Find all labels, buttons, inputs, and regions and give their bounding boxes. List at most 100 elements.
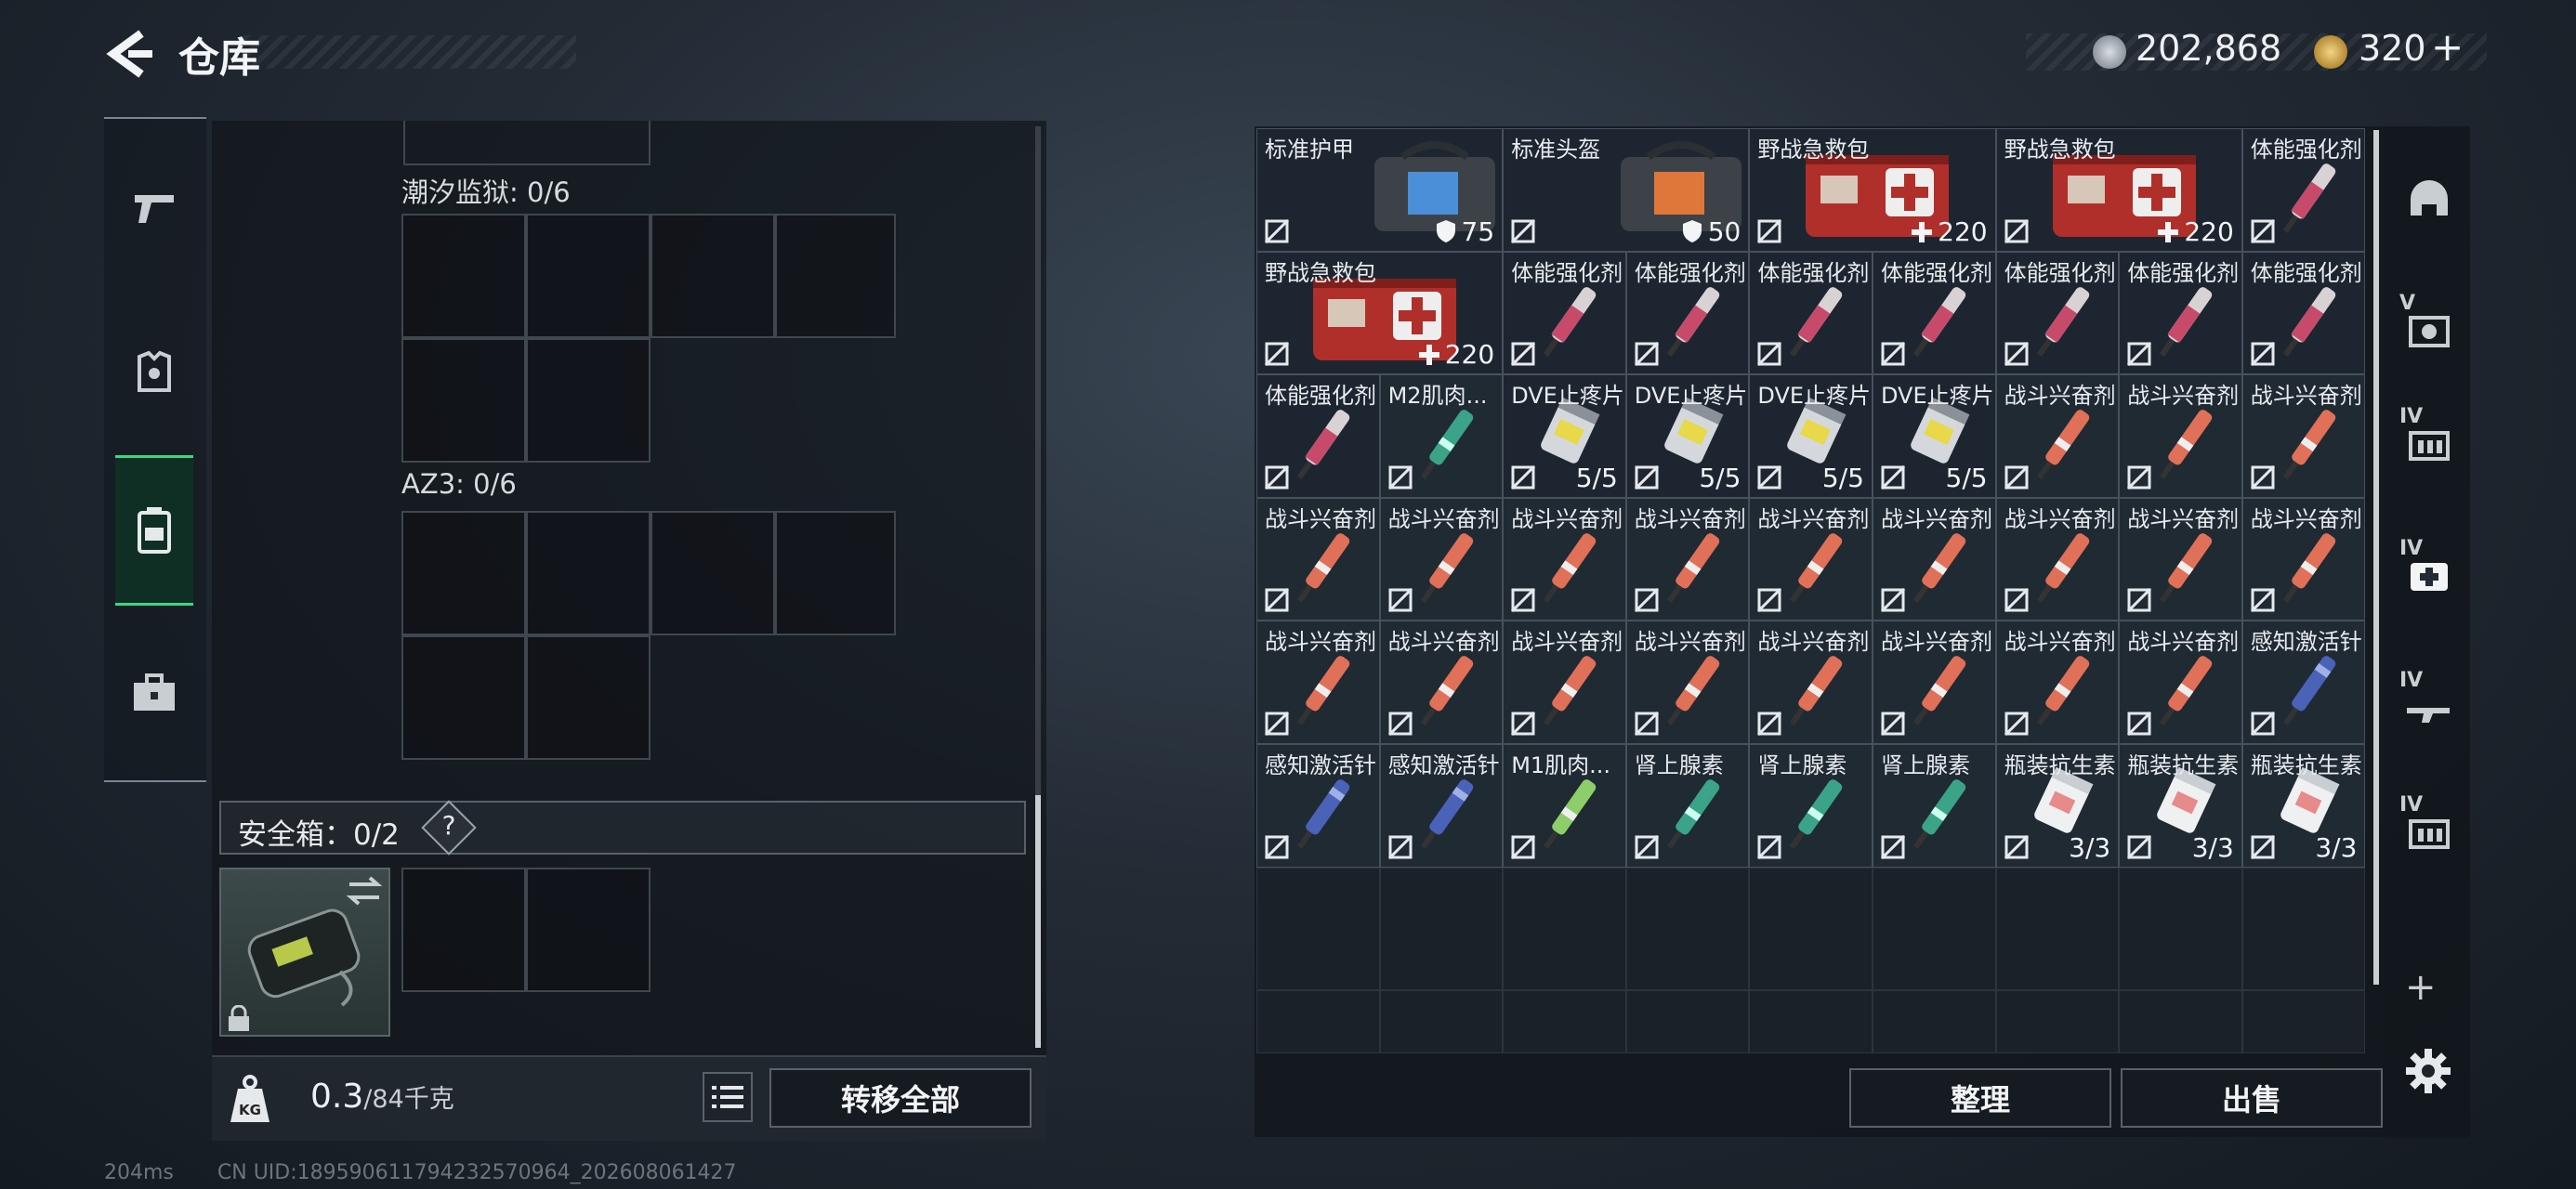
inventory-item[interactable]: 战斗兴奋剂 bbox=[1749, 621, 1873, 744]
inventory-item[interactable]: 战斗兴奋剂 bbox=[1995, 621, 2120, 744]
inventory-item[interactable]: 肾上腺素 bbox=[1625, 744, 1750, 868]
container-cell[interactable] bbox=[775, 511, 896, 635]
add-gold-button[interactable]: + bbox=[2431, 24, 2464, 70]
inventory-item[interactable]: 战斗兴奋剂 bbox=[1256, 497, 1380, 621]
inventory-item[interactable]: 野战急救包 220 bbox=[1749, 128, 1996, 252]
empty-slot[interactable] bbox=[1995, 990, 2120, 1053]
inventory-item[interactable]: 体能强化剂 bbox=[1873, 251, 1996, 375]
container-cell[interactable] bbox=[526, 338, 651, 463]
list-view-button[interactable] bbox=[703, 1072, 753, 1122]
back-button[interactable] bbox=[104, 30, 158, 78]
inventory-item[interactable]: DVE止疼片 5/5 bbox=[1625, 374, 1750, 498]
inventory-item[interactable]: 战斗兴奋剂 bbox=[1625, 497, 1750, 621]
container-cell[interactable] bbox=[401, 511, 526, 635]
inventory-item[interactable]: 体能强化剂 bbox=[2241, 128, 2366, 252]
inventory-item[interactable]: 野战急救包 220 bbox=[1256, 251, 1504, 375]
inventory-item[interactable]: DVE止疼片 5/5 bbox=[1503, 374, 1626, 498]
container-cell[interactable] bbox=[775, 214, 896, 338]
empty-slot[interactable] bbox=[1379, 990, 1504, 1053]
warehouse-scrollbar[interactable] bbox=[2373, 130, 2379, 985]
empty-slot[interactable] bbox=[1503, 867, 1626, 991]
inventory-item[interactable]: 战斗兴奋剂 bbox=[1873, 497, 1996, 621]
container-cell[interactable] bbox=[526, 214, 651, 338]
swap-icon[interactable] bbox=[346, 875, 383, 907]
empty-slot[interactable] bbox=[1873, 867, 1996, 991]
side-category-button[interactable]: IV bbox=[2390, 782, 2464, 871]
empty-slot[interactable] bbox=[1995, 867, 2120, 991]
inventory-item[interactable]: 体能强化剂 bbox=[1256, 374, 1380, 498]
side-category-button[interactable] bbox=[2390, 152, 2464, 242]
inventory-item[interactable]: 标准头盔 50 bbox=[1503, 128, 1750, 252]
inventory-item[interactable]: 战斗兴奋剂 bbox=[1379, 621, 1504, 744]
nav-armor[interactable] bbox=[115, 325, 193, 418]
inventory-item[interactable]: 肾上腺素 bbox=[1749, 744, 1873, 868]
inventory-item[interactable]: 体能强化剂 bbox=[1749, 251, 1873, 375]
empty-slot[interactable] bbox=[1625, 867, 1750, 991]
empty-slot[interactable] bbox=[2119, 990, 2242, 1053]
empty-slot[interactable] bbox=[1256, 867, 1380, 991]
inventory-item[interactable]: 战斗兴奋剂 bbox=[2241, 374, 2366, 498]
container-cell[interactable] bbox=[651, 511, 775, 635]
inventory-item[interactable]: 战斗兴奋剂 bbox=[1995, 497, 2120, 621]
inventory-item[interactable]: 战斗兴奋剂 bbox=[2119, 497, 2242, 621]
sort-button[interactable]: 整理 bbox=[1849, 1068, 2111, 1128]
inventory-item[interactable]: 感知激活针 bbox=[1256, 744, 1380, 868]
side-category-button[interactable]: IV bbox=[2390, 658, 2464, 747]
empty-slot[interactable] bbox=[2119, 867, 2242, 991]
empty-slot[interactable] bbox=[2241, 867, 2366, 991]
inventory-item[interactable]: 瓶装抗生素 3/3 bbox=[2241, 744, 2366, 868]
inventory-item[interactable]: 瓶装抗生素 3/3 bbox=[1995, 744, 2120, 868]
inventory-item[interactable]: M2肌肉... bbox=[1379, 374, 1504, 498]
inventory-item[interactable]: 体能强化剂 bbox=[2119, 251, 2242, 375]
container-cell[interactable] bbox=[401, 635, 526, 760]
inventory-item[interactable]: DVE止疼片 5/5 bbox=[1873, 374, 1996, 498]
inventory-item[interactable]: 野战急救包 220 bbox=[1995, 128, 2242, 252]
inventory-item[interactable]: 标准护甲 75 bbox=[1256, 128, 1504, 252]
inventory-item[interactable]: 战斗兴奋剂 bbox=[2119, 374, 2242, 498]
inventory-item[interactable]: 战斗兴奋剂 bbox=[1873, 621, 1996, 744]
safe-box-cell[interactable] bbox=[526, 868, 651, 992]
inventory-item[interactable]: M1肌肉... bbox=[1503, 744, 1626, 868]
inventory-item[interactable]: 战斗兴奋剂 bbox=[1625, 621, 1750, 744]
nav-case[interactable] bbox=[115, 647, 193, 739]
inventory-item[interactable]: 战斗兴奋剂 bbox=[1256, 621, 1380, 744]
nav-backpack[interactable] bbox=[115, 455, 193, 606]
inventory-item[interactable]: 体能强化剂 bbox=[1995, 251, 2120, 375]
empty-slot[interactable] bbox=[1379, 867, 1504, 991]
empty-slot[interactable] bbox=[1625, 990, 1750, 1053]
container-cell[interactable] bbox=[401, 214, 526, 338]
safe-box-cell[interactable] bbox=[401, 868, 526, 992]
inventory-item[interactable]: 战斗兴奋剂 bbox=[1503, 621, 1626, 744]
sell-button[interactable]: 出售 bbox=[2121, 1068, 2383, 1128]
empty-slot[interactable] bbox=[1256, 990, 1380, 1053]
inventory-item[interactable]: 体能强化剂 bbox=[1503, 251, 1626, 375]
inventory-item[interactable]: DVE止疼片 5/5 bbox=[1749, 374, 1873, 498]
container-cell[interactable] bbox=[651, 214, 775, 338]
empty-slot[interactable] bbox=[1873, 990, 1996, 1053]
empty-slot[interactable] bbox=[2241, 990, 2366, 1053]
inventory-item[interactable]: 战斗兴奋剂 bbox=[2241, 497, 2366, 621]
container-scrollbar-thumb[interactable] bbox=[1035, 795, 1041, 1048]
transfer-all-button[interactable]: 转移全部 bbox=[769, 1068, 1032, 1128]
container-cell[interactable] bbox=[526, 635, 651, 760]
inventory-item[interactable]: 战斗兴奋剂 bbox=[1749, 497, 1873, 621]
inventory-item[interactable]: 肾上腺素 bbox=[1873, 744, 1996, 868]
inventory-item[interactable]: 战斗兴奋剂 bbox=[1379, 497, 1504, 621]
inventory-item[interactable]: 体能强化剂 bbox=[1625, 251, 1750, 375]
side-category-button[interactable]: V bbox=[2390, 281, 2464, 370]
inventory-item[interactable]: 瓶装抗生素 3/3 bbox=[2119, 744, 2242, 868]
empty-slot[interactable] bbox=[1749, 990, 1873, 1053]
inventory-item[interactable]: 战斗兴奋剂 bbox=[1995, 374, 2120, 498]
empty-slot[interactable] bbox=[1749, 867, 1873, 991]
empty-slot[interactable] bbox=[1503, 990, 1626, 1053]
inventory-item[interactable]: 战斗兴奋剂 bbox=[2119, 621, 2242, 744]
inventory-item[interactable]: 感知激活针 bbox=[1379, 744, 1504, 868]
nav-weapons[interactable] bbox=[115, 162, 193, 255]
container-cell[interactable] bbox=[526, 511, 651, 635]
inventory-item[interactable]: 感知激活针 bbox=[2241, 621, 2366, 744]
plus-icon[interactable]: + bbox=[2405, 966, 2437, 1009]
settings-button[interactable] bbox=[2405, 1048, 2451, 1098]
container-cell[interactable] bbox=[401, 338, 526, 463]
inventory-item[interactable]: 体能强化剂 bbox=[2241, 251, 2366, 375]
inventory-item[interactable]: 战斗兴奋剂 bbox=[1503, 497, 1626, 621]
